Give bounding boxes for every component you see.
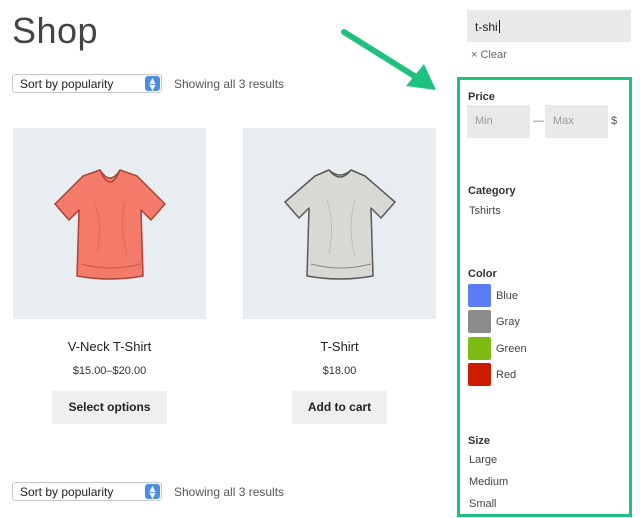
color-option-red[interactable]: Red <box>468 363 516 386</box>
size-item-large[interactable]: Large <box>469 454 497 466</box>
text-cursor <box>498 20 500 33</box>
price-heading: Price <box>468 91 495 103</box>
product-price: $18.00 <box>322 365 357 377</box>
color-label: Gray <box>496 315 520 328</box>
size-item-small[interactable]: Small <box>469 498 497 510</box>
product-image[interactable] <box>13 128 206 319</box>
result-count-bottom: Showing all 3 results <box>174 484 285 499</box>
color-label: Red <box>496 368 517 381</box>
sort-select-bottom[interactable]: Sort by popularity ▲ ▼ <box>12 482 162 501</box>
color-label: Green <box>496 342 527 355</box>
vneck-tshirt-icon <box>53 168 166 280</box>
filter-panel: Price Min — Max $ Category Tshirts Color… <box>457 77 632 517</box>
annotation-arrow-icon <box>341 29 436 90</box>
page-title: Shop <box>12 10 99 51</box>
color-option-gray[interactable]: Gray <box>468 310 520 333</box>
sort-row-bottom: Sort by popularity ▲ ▼ Showing all 3 resu… <box>12 482 284 501</box>
price-currency: $ <box>611 115 618 127</box>
size-item-medium[interactable]: Medium <box>469 476 508 488</box>
color-swatch <box>468 363 491 386</box>
search-input[interactable]: t-shi <box>467 10 631 42</box>
product-card-vneck-tshirt: V-Neck T-Shirt $15.00–$20.00 Select opti… <box>13 128 206 424</box>
category-item-tshirts[interactable]: Tshirts <box>469 205 501 217</box>
product-name[interactable]: V-Neck T-Shirt <box>13 339 206 354</box>
color-swatch <box>468 310 491 333</box>
product-price: $15.00–$20.00 <box>72 365 147 377</box>
color-label: Blue <box>496 289 519 302</box>
search-input-value: t-shi <box>475 20 498 34</box>
product-image[interactable] <box>243 128 436 319</box>
sort-row-top: Sort by popularity ▲ ▼ Showing all 3 resu… <box>12 74 284 93</box>
chevron-updown-icon: ▲ ▼ <box>145 484 160 500</box>
color-heading: Color <box>468 268 497 280</box>
sort-select-value: Sort by popularity <box>20 485 114 499</box>
result-count-top: Showing all 3 results <box>174 76 285 91</box>
add-to-cart-button[interactable]: Add to cart <box>291 391 388 424</box>
category-heading: Category <box>468 185 516 197</box>
product-card-tshirt: T-Shirt $18.00 Add to cart <box>243 128 436 424</box>
color-option-green[interactable]: Green <box>468 337 527 360</box>
price-max-input[interactable]: Max <box>545 105 608 138</box>
clear-filters-link[interactable]: × Clear <box>471 49 507 61</box>
color-swatch <box>468 284 491 307</box>
product-name[interactable]: T-Shirt <box>243 339 436 354</box>
chevron-updown-icon: ▲ ▼ <box>145 76 160 92</box>
select-options-button[interactable]: Select options <box>52 391 167 424</box>
price-min-input[interactable]: Min <box>467 105 530 138</box>
color-swatch <box>468 337 491 360</box>
sort-select-value: Sort by popularity <box>20 77 114 91</box>
size-heading: Size <box>468 435 491 447</box>
price-separator: — <box>533 115 544 127</box>
sort-select-top[interactable]: Sort by popularity ▲ ▼ <box>12 74 162 93</box>
tshirt-icon <box>283 168 396 280</box>
color-option-blue[interactable]: Blue <box>468 284 518 307</box>
